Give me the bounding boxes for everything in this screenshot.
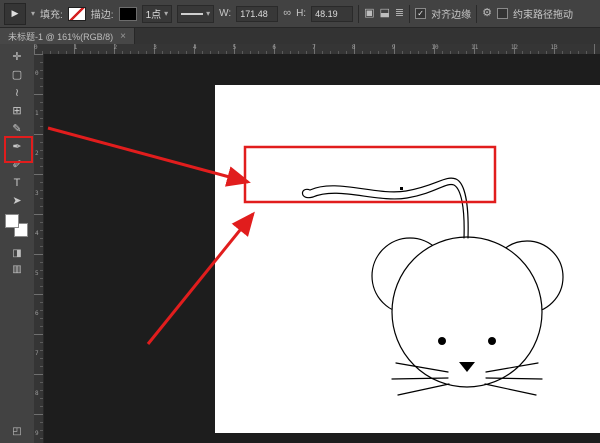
separator <box>409 4 411 23</box>
lasso-tool-icon: ≀ <box>14 87 20 99</box>
marquee-tool[interactable]: ▢ <box>0 66 34 84</box>
quick-mask-icon: ◨ <box>12 248 22 259</box>
width-input[interactable]: 171.48 <box>236 5 279 22</box>
path-arrangement-icon[interactable]: ≣ <box>395 8 404 19</box>
vertical-ruler-numbers: 0 1 2 3 4 5 6 7 8 9 <box>35 70 39 437</box>
document-tab-title: 未标题-1 @ 161%(RGB/8) <box>8 31 114 42</box>
fill-label: 填充: <box>40 10 63 21</box>
path-anchor-point <box>400 187 403 190</box>
panel-toggle-button[interactable]: ◰ <box>0 426 34 437</box>
foreground-color-swatch[interactable] <box>5 214 19 228</box>
marquee-tool-icon: ▢ <box>11 69 23 81</box>
fill-swatch[interactable] <box>67 6 86 21</box>
height-label: H: <box>296 8 307 19</box>
path-operations-icon[interactable]: ▣ <box>364 8 374 19</box>
chevron-down-icon: ▾ <box>206 9 211 18</box>
screen-mode-icon: ▥ <box>12 264 22 275</box>
mouse-left-eye <box>438 337 446 345</box>
crop-tool[interactable]: ⊞ <box>0 102 34 120</box>
canvas-drawing <box>47 85 600 433</box>
canvas-viewport[interactable] <box>44 54 600 443</box>
path-selection-tool[interactable]: ➤ <box>0 192 34 210</box>
chevron-down-icon: ▾ <box>164 9 169 18</box>
stroke-width-value: 1点 <box>145 10 162 21</box>
stroke-width-select[interactable]: 1点 ▾ <box>141 4 173 23</box>
type-tool[interactable]: T <box>0 174 34 192</box>
crop-tool-icon: ⊞ <box>12 105 22 117</box>
panel-icon: ◰ <box>12 426 22 437</box>
constrain-path-label: 约束路径拖动 <box>512 10 573 21</box>
options-bar: ▶ ▾ 填充: 描边: 1点 ▾ ▾ W: 171.48 ∞ H: 48.19 … <box>0 0 600 28</box>
stroke-style-select[interactable]: ▾ <box>177 4 215 23</box>
eyedropper-tool-icon: ✎ <box>12 123 22 135</box>
main-area: ✛ ▢ ≀ ⊞ ✎ ✒ ✐ T ➤ ◨ ▥ ◰ 0 1 2 3 4 5 6 7 … <box>0 44 600 443</box>
link-dimensions-icon[interactable]: ∞ <box>283 8 291 19</box>
constrain-path-checkbox[interactable] <box>496 8 508 19</box>
photoshop-window: ▶ ▾ 填充: 描边: 1点 ▾ ▾ W: 171.48 ∞ H: 48.19 … <box>0 0 600 443</box>
width-label: W: <box>219 8 232 19</box>
stroke-style-line-icon <box>181 12 204 15</box>
active-tool-icon: ▶ <box>11 8 19 18</box>
tool-preset-dropdown-icon[interactable]: ▾ <box>31 9 35 18</box>
gear-icon[interactable]: ⚙ <box>482 8 492 19</box>
path-selection-tool-icon: ➤ <box>12 195 22 207</box>
align-edges-checkbox[interactable]: ✓ <box>415 8 427 19</box>
stroke-label: 描边: <box>90 10 114 21</box>
vertical-ruler[interactable]: 0 1 2 3 4 5 6 7 8 9 <box>34 54 44 443</box>
path-alignment-icon[interactable]: ⬓ <box>379 8 389 19</box>
active-tool-preset[interactable]: ▶ <box>4 2 26 25</box>
separator <box>476 4 478 23</box>
lasso-tool[interactable]: ≀ <box>0 84 34 102</box>
type-tool-icon: T <box>13 177 21 189</box>
align-edges-label: 对齐边缘 <box>431 10 472 21</box>
move-tool-icon: ✛ <box>12 51 22 63</box>
document-tab[interactable]: 未标题-1 @ 161%(RGB/8) × <box>0 28 136 44</box>
color-swatches <box>5 214 31 240</box>
horizontal-ruler-numbers: 0 1 2 3 4 5 6 7 8 9 10 11 12 13 <box>34 44 558 51</box>
quick-mask-button[interactable]: ◨ <box>0 248 34 259</box>
width-value: 171.48 <box>240 8 268 19</box>
pen-tool-highlight-annotation <box>4 136 33 163</box>
document-tab-bar: 未标题-1 @ 161%(RGB/8) × <box>0 28 600 44</box>
close-icon[interactable]: × <box>120 31 126 42</box>
mouse-right-eye <box>488 337 496 345</box>
height-value: 48.19 <box>315 8 338 19</box>
separator <box>358 4 360 23</box>
move-tool[interactable]: ✛ <box>0 48 34 66</box>
screen-mode-button[interactable]: ▥ <box>0 264 34 275</box>
height-input[interactable]: 48.19 <box>311 5 354 22</box>
stroke-swatch[interactable] <box>118 6 137 21</box>
toolbox: ✛ ▢ ≀ ⊞ ✎ ✒ ✐ T ➤ ◨ ▥ ◰ <box>0 44 35 443</box>
